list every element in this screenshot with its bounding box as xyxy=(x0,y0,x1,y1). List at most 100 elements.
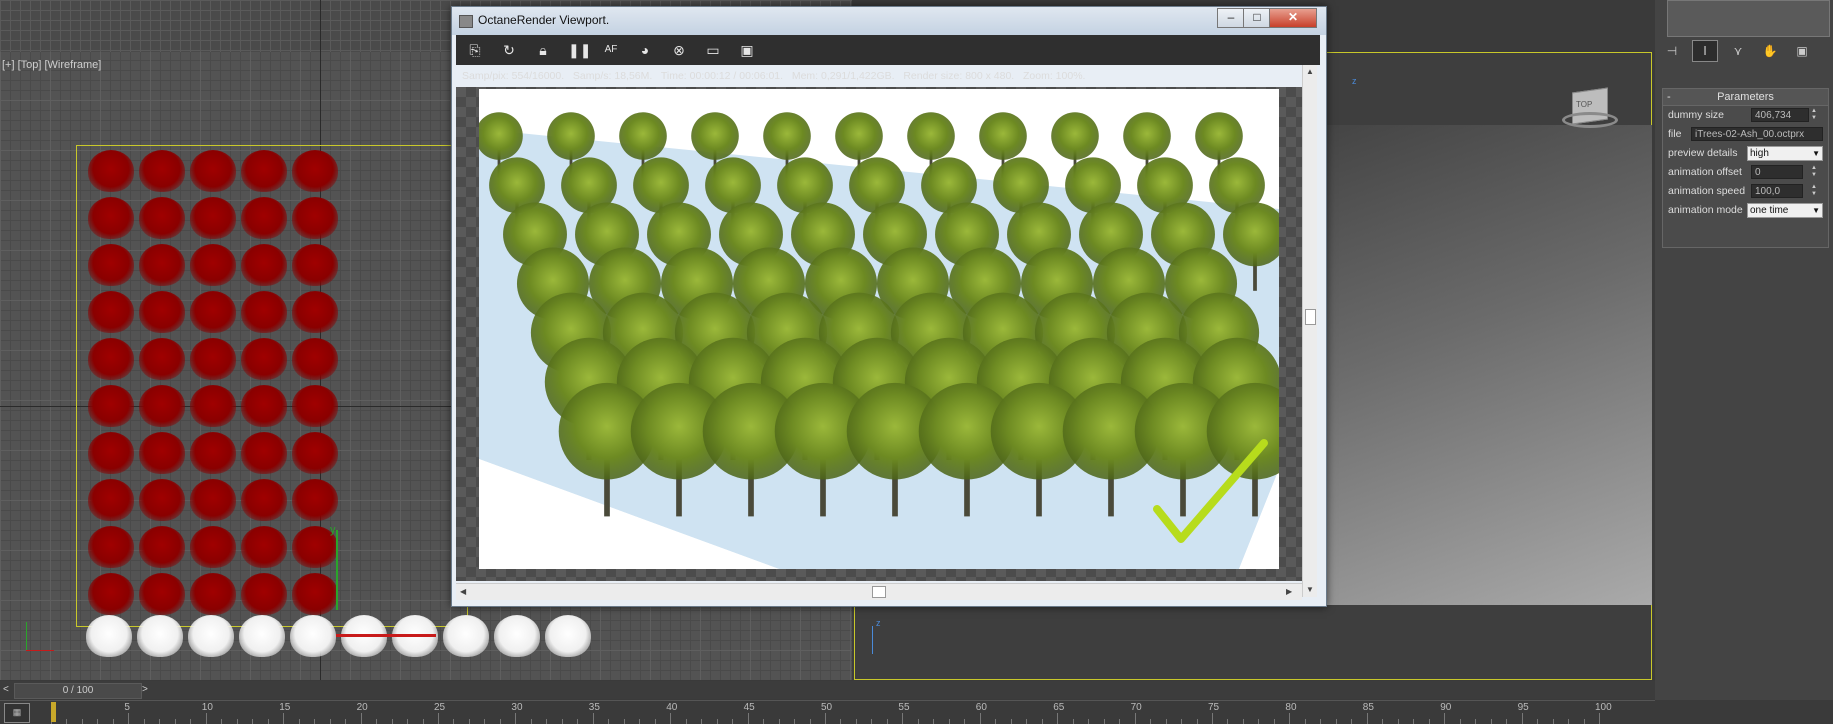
tree-instance[interactable] xyxy=(190,338,236,380)
tree-instance[interactable] xyxy=(88,338,134,380)
tree-instance[interactable] xyxy=(292,479,338,521)
maximize-button[interactable]: □ xyxy=(1243,8,1271,28)
tree-instance[interactable] xyxy=(292,197,338,239)
tree-instance[interactable] xyxy=(139,432,185,474)
tree-instance-selected[interactable] xyxy=(86,615,132,657)
tree-instance[interactable] xyxy=(241,244,287,286)
tree-instance[interactable] xyxy=(241,432,287,474)
tree-instance[interactable] xyxy=(139,526,185,568)
gizmo-y-axis[interactable] xyxy=(336,530,338,610)
tree-instance[interactable] xyxy=(139,197,185,239)
tree-instance[interactable] xyxy=(292,244,338,286)
tree-instance[interactable] xyxy=(292,385,338,427)
remove-modifier-icon[interactable]: ✋ xyxy=(1758,41,1782,61)
tree-instance[interactable] xyxy=(139,479,185,521)
render-image[interactable] xyxy=(479,89,1279,569)
tree-instance[interactable] xyxy=(292,573,338,615)
render-window-titlebar[interactable]: OctaneRender Viewport. – □ ✕ xyxy=(452,7,1326,35)
tree-instances[interactable] xyxy=(86,150,591,657)
timeline-ruler[interactable]: 5 10 15 20 25 30 35 40 45 50 55 60 65 70 75 80 85 90 95 100 xyxy=(0,700,1655,724)
pin-stack-icon[interactable]: ⊣ xyxy=(1660,41,1684,61)
tree-instance[interactable] xyxy=(88,385,134,427)
minimize-button[interactable]: – xyxy=(1217,8,1245,28)
animation-offset-spinner[interactable]: ▲ ▼ xyxy=(1811,165,1818,179)
tree-instance[interactable] xyxy=(190,432,236,474)
horizontal-scroll-thumb[interactable] xyxy=(872,586,886,598)
object-name-box[interactable] xyxy=(1667,0,1830,37)
tree-instance[interactable] xyxy=(190,385,236,427)
focus-picker-icon[interactable]: AF xyxy=(602,41,620,59)
tree-instance-selected[interactable] xyxy=(443,615,489,657)
tree-instance[interactable] xyxy=(190,526,236,568)
tree-instance[interactable] xyxy=(292,150,338,192)
time-slider[interactable]: 0 / 100 xyxy=(14,683,142,699)
camera-icon[interactable]: ▣ xyxy=(738,41,756,59)
tree-instance-selected[interactable] xyxy=(137,615,183,657)
viewcube[interactable]: TOP xyxy=(1562,87,1618,130)
close-button[interactable]: ✕ xyxy=(1269,8,1317,28)
tree-instance[interactable] xyxy=(292,338,338,380)
tree-instance[interactable] xyxy=(139,291,185,333)
tree-instance[interactable] xyxy=(292,291,338,333)
tree-instance[interactable] xyxy=(139,385,185,427)
lock-icon[interactable]: 🔒︎ xyxy=(534,41,552,59)
color-picker-icon[interactable]: ◕ xyxy=(636,41,654,59)
file-field[interactable]: iTrees-02-Ash_00.octprx xyxy=(1691,127,1823,141)
tree-instance[interactable] xyxy=(241,385,287,427)
tree-instance[interactable] xyxy=(190,150,236,192)
curve-editor-icon[interactable]: ▦ xyxy=(4,703,30,723)
tree-instance[interactable] xyxy=(88,150,134,192)
tree-instance[interactable] xyxy=(241,150,287,192)
tree-instance-selected[interactable] xyxy=(239,615,285,657)
tree-instance[interactable] xyxy=(292,432,338,474)
parameters-header[interactable]: - Parameters xyxy=(1663,89,1828,106)
make-unique-icon[interactable]: ⋎ xyxy=(1726,41,1750,61)
tree-instance-selected[interactable] xyxy=(188,615,234,657)
tree-instance[interactable] xyxy=(139,338,185,380)
tree-instance[interactable] xyxy=(241,526,287,568)
pause-icon[interactable]: ❚❚ xyxy=(568,41,591,59)
animation-speed-field[interactable]: 100,0 xyxy=(1751,184,1803,198)
tree-instance-selected[interactable] xyxy=(290,615,336,657)
configure-modifier-sets-icon[interactable]: ▣ xyxy=(1790,41,1814,61)
tree-instance[interactable] xyxy=(88,432,134,474)
tree-instance[interactable] xyxy=(88,526,134,568)
tree-instance[interactable] xyxy=(190,479,236,521)
tree-instance[interactable] xyxy=(190,197,236,239)
show-end-result-icon[interactable]: Ⅰ xyxy=(1692,40,1718,62)
tree-instance[interactable] xyxy=(241,338,287,380)
tree-instance[interactable] xyxy=(88,291,134,333)
tree-instance[interactable] xyxy=(88,573,134,615)
save-render-icon[interactable]: ⎘ xyxy=(466,41,484,59)
time-next-button[interactable]: > xyxy=(142,684,148,695)
tree-instance[interactable] xyxy=(88,244,134,286)
tree-instance-selected[interactable] xyxy=(494,615,540,657)
animation-offset-field[interactable]: 0 xyxy=(1751,165,1803,179)
tree-instance[interactable] xyxy=(241,197,287,239)
gizmo-x-axis[interactable] xyxy=(336,634,436,637)
octane-render-window[interactable]: OctaneRender Viewport. – □ ✕ ⎘ ↻ 🔒︎ ❚❚ A… xyxy=(451,6,1327,607)
dummy-size-field[interactable]: 406,734 xyxy=(1751,108,1809,122)
tree-instance[interactable] xyxy=(241,573,287,615)
tree-instance[interactable] xyxy=(88,479,134,521)
display-settings-icon[interactable]: ▭ xyxy=(704,41,722,59)
tree-instance[interactable] xyxy=(139,573,185,615)
animation-mode-select[interactable]: one time ▼ xyxy=(1747,203,1823,218)
tree-instance-selected[interactable] xyxy=(545,615,591,657)
tree-instance[interactable] xyxy=(88,197,134,239)
tree-instance[interactable] xyxy=(139,150,185,192)
vertical-scrollbar[interactable]: ▲ ▼ xyxy=(1302,65,1317,597)
preview-details-select[interactable]: high ▼ xyxy=(1747,146,1823,161)
tree-instance[interactable] xyxy=(241,479,287,521)
rollout-collapse-icon[interactable]: - xyxy=(1667,89,1671,105)
animation-speed-spinner[interactable]: ▲ ▼ xyxy=(1811,184,1818,198)
refresh-icon[interactable]: ↻ xyxy=(500,41,518,59)
tree-instance[interactable] xyxy=(190,573,236,615)
tree-instance[interactable] xyxy=(139,244,185,286)
dummy-size-spinner[interactable]: ▲ ▼ xyxy=(1811,108,1818,122)
tree-instance[interactable] xyxy=(241,291,287,333)
time-prev-button[interactable]: < xyxy=(3,684,9,695)
tree-instance[interactable] xyxy=(190,291,236,333)
tree-instance[interactable] xyxy=(190,244,236,286)
horizontal-scrollbar[interactable]: ◀ ▶ xyxy=(456,583,1302,600)
